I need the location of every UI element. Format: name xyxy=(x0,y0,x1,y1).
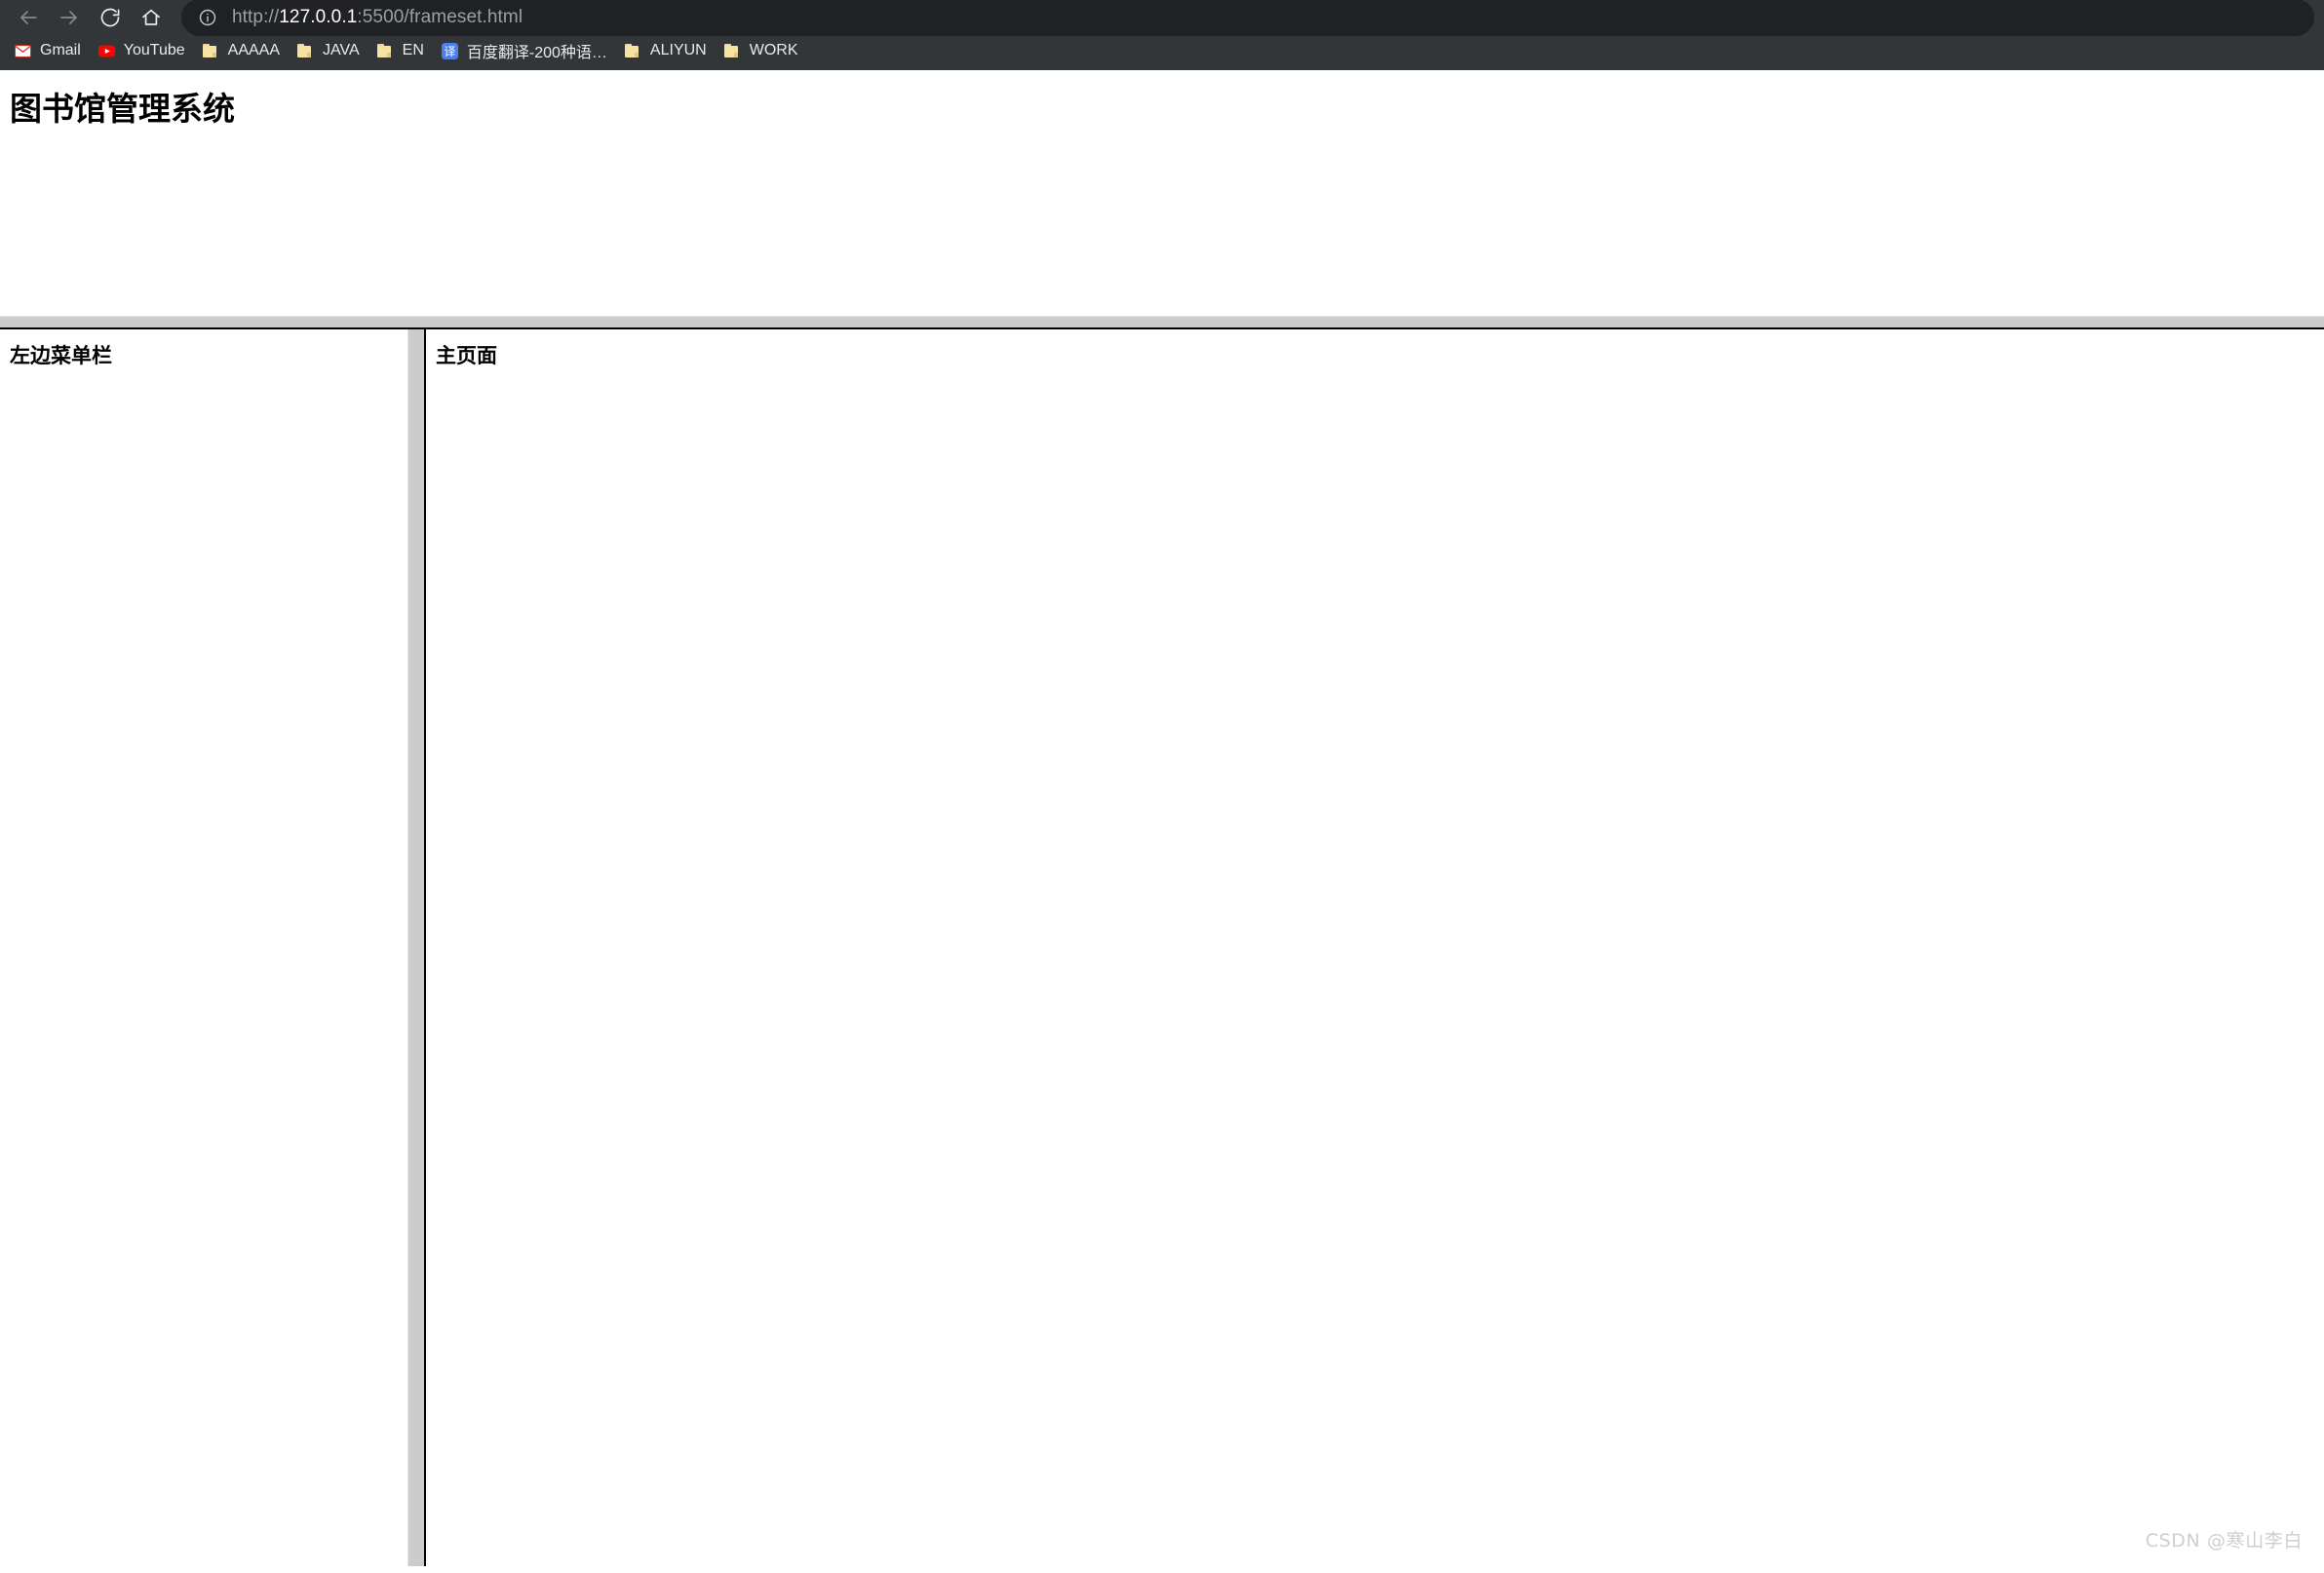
main-frame-heading: 主页面 xyxy=(436,344,497,367)
frame-main-content: 主页面 xyxy=(426,329,2324,1566)
youtube-icon xyxy=(97,43,115,59)
left-menu-heading: 左边菜单栏 xyxy=(10,344,112,367)
frame-header: 图书馆管理系统 xyxy=(0,70,2324,316)
bookmark-folder-aaaaa[interactable]: AAAAA xyxy=(194,37,289,64)
bookmark-label: WORK xyxy=(749,42,798,58)
bookmark-folder-work[interactable]: WORK xyxy=(716,37,807,64)
bookmark-youtube[interactable]: YouTube xyxy=(90,37,194,64)
bookmark-label: YouTube xyxy=(123,42,185,58)
frame-left-menu: 左边菜单栏 xyxy=(0,329,407,1566)
bookmark-baidu-translate[interactable]: 译 百度翻译-200种语… xyxy=(433,37,616,64)
forward-button[interactable] xyxy=(49,0,90,35)
bookmark-gmail[interactable]: Gmail xyxy=(6,37,90,64)
reload-icon xyxy=(98,6,122,29)
url-scheme: http:// xyxy=(232,7,280,27)
page-viewport: 图书馆管理系统 左边菜单栏 主页面 CSDN @寒山李白 xyxy=(0,70,2324,1566)
browser-toolbar: http://127.0.0.1:5500/frameset.html xyxy=(0,0,2324,36)
bookmark-label: ALIYUN xyxy=(649,42,707,58)
vertical-frame-splitter[interactable] xyxy=(407,329,426,1566)
bookmark-label: Gmail xyxy=(40,42,81,58)
bookmark-label: 百度翻译-200种语… xyxy=(466,45,607,61)
folder-icon xyxy=(723,43,741,59)
baidu-translate-icon: 译 xyxy=(441,42,458,59)
browser-chrome: http://127.0.0.1:5500/frameset.html Gmai… xyxy=(0,0,2324,70)
svg-text:译: 译 xyxy=(444,44,455,58)
gmail-icon xyxy=(15,43,31,59)
address-bar[interactable]: http://127.0.0.1:5500/frameset.html xyxy=(181,0,2314,36)
url-path: :5500/frameset.html xyxy=(357,7,523,27)
home-icon xyxy=(139,6,163,29)
folder-icon xyxy=(202,43,219,59)
folder-icon xyxy=(624,43,641,59)
home-button[interactable] xyxy=(131,0,172,35)
url-host: 127.0.0.1 xyxy=(279,7,358,27)
arrow-right-icon xyxy=(58,6,81,29)
bookmark-label: EN xyxy=(402,42,424,58)
bookmark-label: JAVA xyxy=(323,42,360,58)
frame-body: 左边菜单栏 主页面 xyxy=(0,329,2324,1566)
folder-icon xyxy=(376,43,394,59)
folder-icon xyxy=(297,43,314,59)
bookmark-folder-aliyun[interactable]: ALIYUN xyxy=(616,37,716,64)
csdn-watermark: CSDN @寒山李白 xyxy=(2145,1530,2303,1552)
page-title: 图书馆管理系统 xyxy=(10,90,235,128)
bookmark-label: AAAAA xyxy=(227,42,281,58)
arrow-left-icon xyxy=(17,6,40,29)
horizontal-frame-splitter[interactable] xyxy=(0,316,2324,329)
url-text: http://127.0.0.1:5500/frameset.html xyxy=(232,7,523,28)
bookmarks-bar: Gmail YouTube AAAAA JAVA EN 译 百度翻译-200种语… xyxy=(0,35,2324,70)
reload-button[interactable] xyxy=(90,0,131,35)
bookmark-folder-en[interactable]: EN xyxy=(368,37,433,64)
bookmark-folder-java[interactable]: JAVA xyxy=(289,37,368,64)
info-circle-icon[interactable] xyxy=(197,7,218,28)
back-button[interactable] xyxy=(8,0,49,35)
